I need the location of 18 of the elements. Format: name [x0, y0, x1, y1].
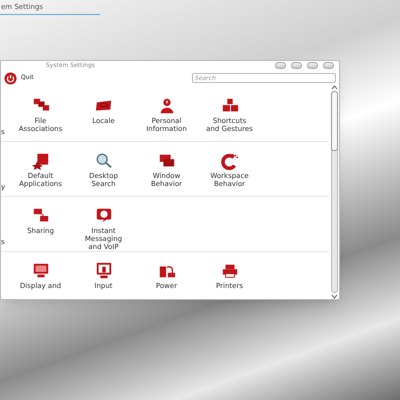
monitor-icon	[32, 262, 50, 280]
magnifier-icon	[94, 152, 112, 170]
window-close-button[interactable]	[323, 62, 334, 69]
scroll-up-icon[interactable]	[330, 85, 338, 90]
window-help-button[interactable]	[275, 62, 286, 69]
scrollbar[interactable]	[329, 85, 339, 299]
scroll-thumb[interactable]	[330, 91, 338, 151]
window-maximize-button[interactable]	[307, 62, 318, 69]
scroll-down-icon[interactable]	[330, 294, 338, 299]
power-icon	[4, 72, 17, 84]
person-icon	[158, 97, 176, 115]
printer-icon	[220, 262, 238, 280]
monitor-mouse-icon	[94, 262, 112, 280]
window-minimize-button[interactable]	[291, 62, 302, 69]
spinner-icon	[220, 152, 238, 170]
smiley-bubble-icon	[94, 207, 112, 225]
scroll-track[interactable]	[330, 91, 338, 293]
window-star-icon	[32, 152, 50, 170]
